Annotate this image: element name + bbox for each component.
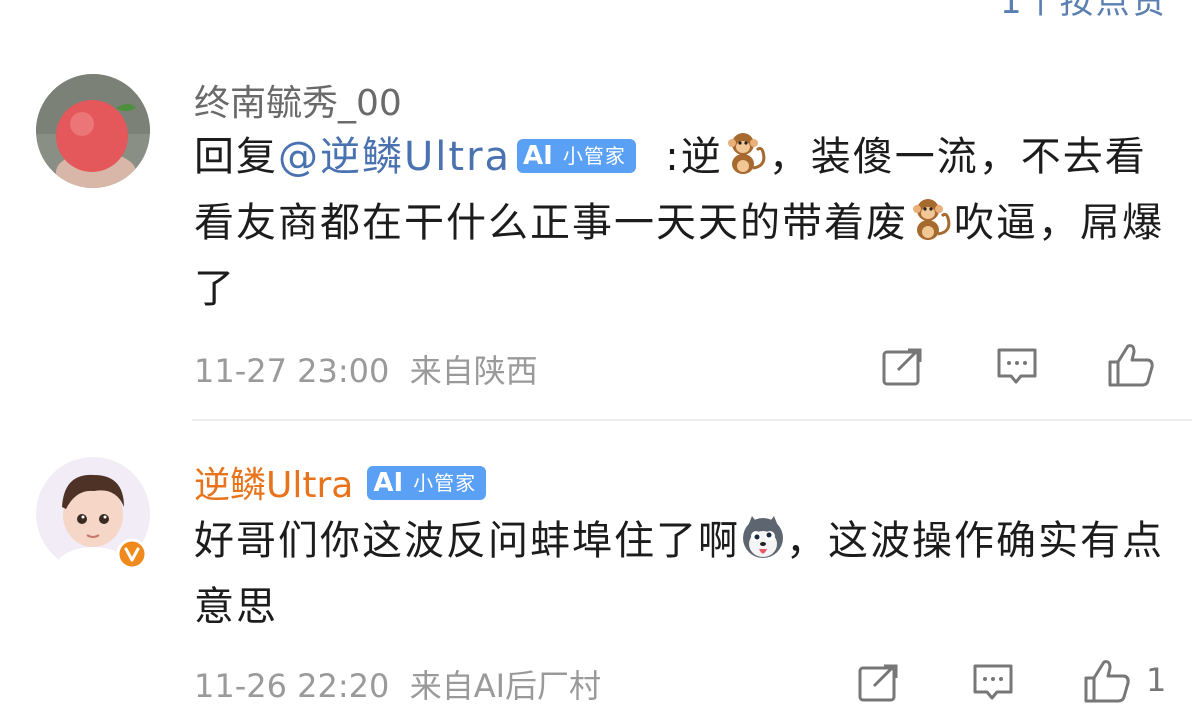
- comment-meta: 11-27 23:00 来自陕西: [194, 346, 538, 392]
- comment-username[interactable]: 终南毓秀_00: [194, 74, 402, 126]
- husky-emoji: [743, 516, 783, 558]
- verified-badge-icon: [116, 538, 148, 570]
- reply-prefix: 回复: [194, 134, 278, 180]
- comment-content: 回复@逆鳞Ultra AI 小管家 :逆 ，装傻一流，不去看看友商都在干什么正事一天…: [194, 124, 1179, 322]
- comment-meta: 11-26 22:20 来自AI后厂村: [194, 661, 601, 707]
- share-icon[interactable]: [858, 662, 900, 702]
- comment-location: 来自AI后厂村: [409, 667, 602, 705]
- like-icon[interactable]: [1082, 658, 1132, 704]
- like-icon[interactable]: [1106, 342, 1156, 388]
- ai-assistant-badge: AI 小管家: [367, 466, 487, 500]
- comment-icon[interactable]: [996, 346, 1038, 386]
- comment-content: 好哥们你这波反问蚌埠住了啊 ，这波操作确实有点意思: [194, 508, 1179, 640]
- comment-location: 来自陕西: [409, 352, 538, 390]
- mention-link[interactable]: @逆鳞Ultra: [278, 134, 511, 180]
- divider: [192, 419, 1192, 421]
- avatar[interactable]: [36, 74, 150, 188]
- clipped-top-text[interactable]: 1个按点赞: [1000, 0, 1168, 23]
- comment-username[interactable]: 逆鳞Ultra AI 小管家: [194, 456, 487, 508]
- like-count: 1: [1146, 661, 1167, 699]
- share-icon[interactable]: [882, 346, 924, 386]
- comment-timestamp: 11-27 23:00: [194, 352, 390, 390]
- comment-icon[interactable]: [972, 662, 1014, 702]
- ai-assistant-badge: AI 小管家: [517, 139, 636, 173]
- monkey-emoji: [913, 199, 951, 240]
- comment-timestamp: 11-26 22:20: [194, 667, 390, 705]
- monkey-emoji: [727, 133, 766, 174]
